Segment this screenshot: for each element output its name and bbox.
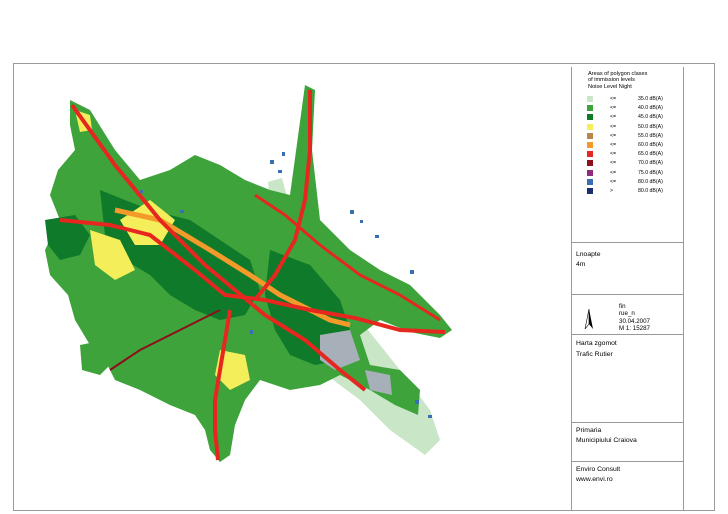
legend-swatch	[587, 169, 593, 176]
legend-item: <= 75.0 dB(A)	[587, 169, 683, 177]
legend-value: 70.0 dB(A)	[638, 160, 663, 167]
legend-operator: <=	[610, 151, 617, 158]
legend-swatch	[587, 123, 593, 130]
noise-map[interactable]	[20, 70, 571, 506]
legend-item: <= 35.0 dB(A)	[587, 95, 683, 103]
map-subtitle: Trafic Rutier	[576, 351, 613, 358]
legend-item: <= 50.0 dB(A)	[587, 123, 683, 131]
legend-item: >80.0 dB(A)	[587, 187, 683, 195]
right-margin-strip	[684, 67, 715, 511]
legend-swatch	[587, 132, 593, 139]
north-arrow-icon	[584, 309, 593, 329]
legend-panel: Areas of polygon clases of immission lev…	[571, 67, 684, 511]
legend-swatch	[587, 178, 593, 185]
scale-box: fin rue_n 30.04.2007 M 1: 15287	[572, 295, 683, 335]
scale-layer: rue_n	[619, 310, 635, 318]
legend-swatch	[587, 142, 593, 148]
legend-item: <= 80.0 dB(A)	[587, 178, 683, 186]
legend-operator: <=	[610, 96, 617, 102]
legend-item: <= 65.0 dB(A)	[587, 150, 683, 158]
map-title-box: Harta zgomot Trafic Rutier	[572, 335, 683, 423]
legend-operator: <=	[610, 114, 617, 121]
author-name: Enviro Consult	[576, 466, 621, 473]
legend-box: Areas of polygon clases of immission lev…	[572, 67, 683, 243]
scale-ratio: M 1: 15287	[619, 325, 650, 333]
noise-map-canvas	[45, 85, 452, 462]
legend-operator: >	[610, 188, 614, 194]
legend-operator: <=	[610, 132, 617, 139]
height-label: 4m	[576, 261, 586, 268]
legend-operator: <=	[610, 169, 617, 176]
legend-title-line-3: Noise Level Night	[588, 83, 632, 90]
legend-value: 35.0 dB(A)	[638, 96, 663, 102]
legend-swatch	[587, 105, 593, 112]
client-name: Primaria	[576, 427, 602, 434]
legend-operator: <=	[610, 123, 617, 130]
legend-item: <= 45.0 dB(A)	[587, 113, 683, 121]
legend-swatch	[587, 96, 593, 102]
legend-operator: <=	[610, 105, 617, 112]
legend-value: 75.0 dB(A)	[638, 169, 663, 176]
legend-swatch	[587, 160, 593, 167]
map-title: Harta zgomot	[576, 340, 617, 347]
legend-swatch	[587, 188, 593, 194]
legend-item: <= 55.0 dB(A)	[587, 132, 683, 140]
legend-value: 40.0 dB(A)	[638, 105, 663, 112]
scale-info: fin rue_n 30.04.2007 M 1: 15287	[619, 303, 650, 333]
legend-swatch	[587, 114, 593, 121]
author-website[interactable]: www.envi.ro	[576, 475, 613, 484]
legend-value: 65.0 dB(A)	[638, 151, 663, 158]
client-subname: Municipiului Craiova	[576, 437, 637, 444]
legend-operator: <=	[610, 142, 617, 148]
legend-operator: <=	[610, 160, 617, 167]
legend-item: <= 70.0 dB(A)	[587, 159, 683, 167]
legend-value: 80.0 dB(A)	[638, 178, 663, 185]
client-box: Primaria Municipiului Craiova	[572, 423, 683, 462]
scale-date: 30.04.2007	[619, 317, 650, 325]
legend-value: 60.0 dB(A)	[638, 142, 663, 148]
legend-value: 80.0 dB(A)	[638, 188, 663, 194]
legend-value: 45.0 dB(A)	[638, 114, 663, 121]
legend-operator: <=	[610, 178, 617, 185]
level-info-box: Lnoapte 4m	[572, 243, 683, 295]
legend-title: Areas of polygon clases of immission lev…	[588, 71, 680, 90]
scale-code: fin	[619, 303, 626, 310]
legend-swatch	[587, 151, 593, 158]
legend-value: 50.0 dB(A)	[638, 123, 663, 130]
indicator-label: Lnoapte	[576, 251, 601, 258]
legend-value: 55.0 dB(A)	[638, 132, 663, 139]
author-box: Enviro Consult www.envi.ro	[572, 462, 683, 511]
legend-item: <= 60.0 dB(A)	[587, 141, 683, 149]
legend-item: <= 40.0 dB(A)	[587, 104, 683, 112]
